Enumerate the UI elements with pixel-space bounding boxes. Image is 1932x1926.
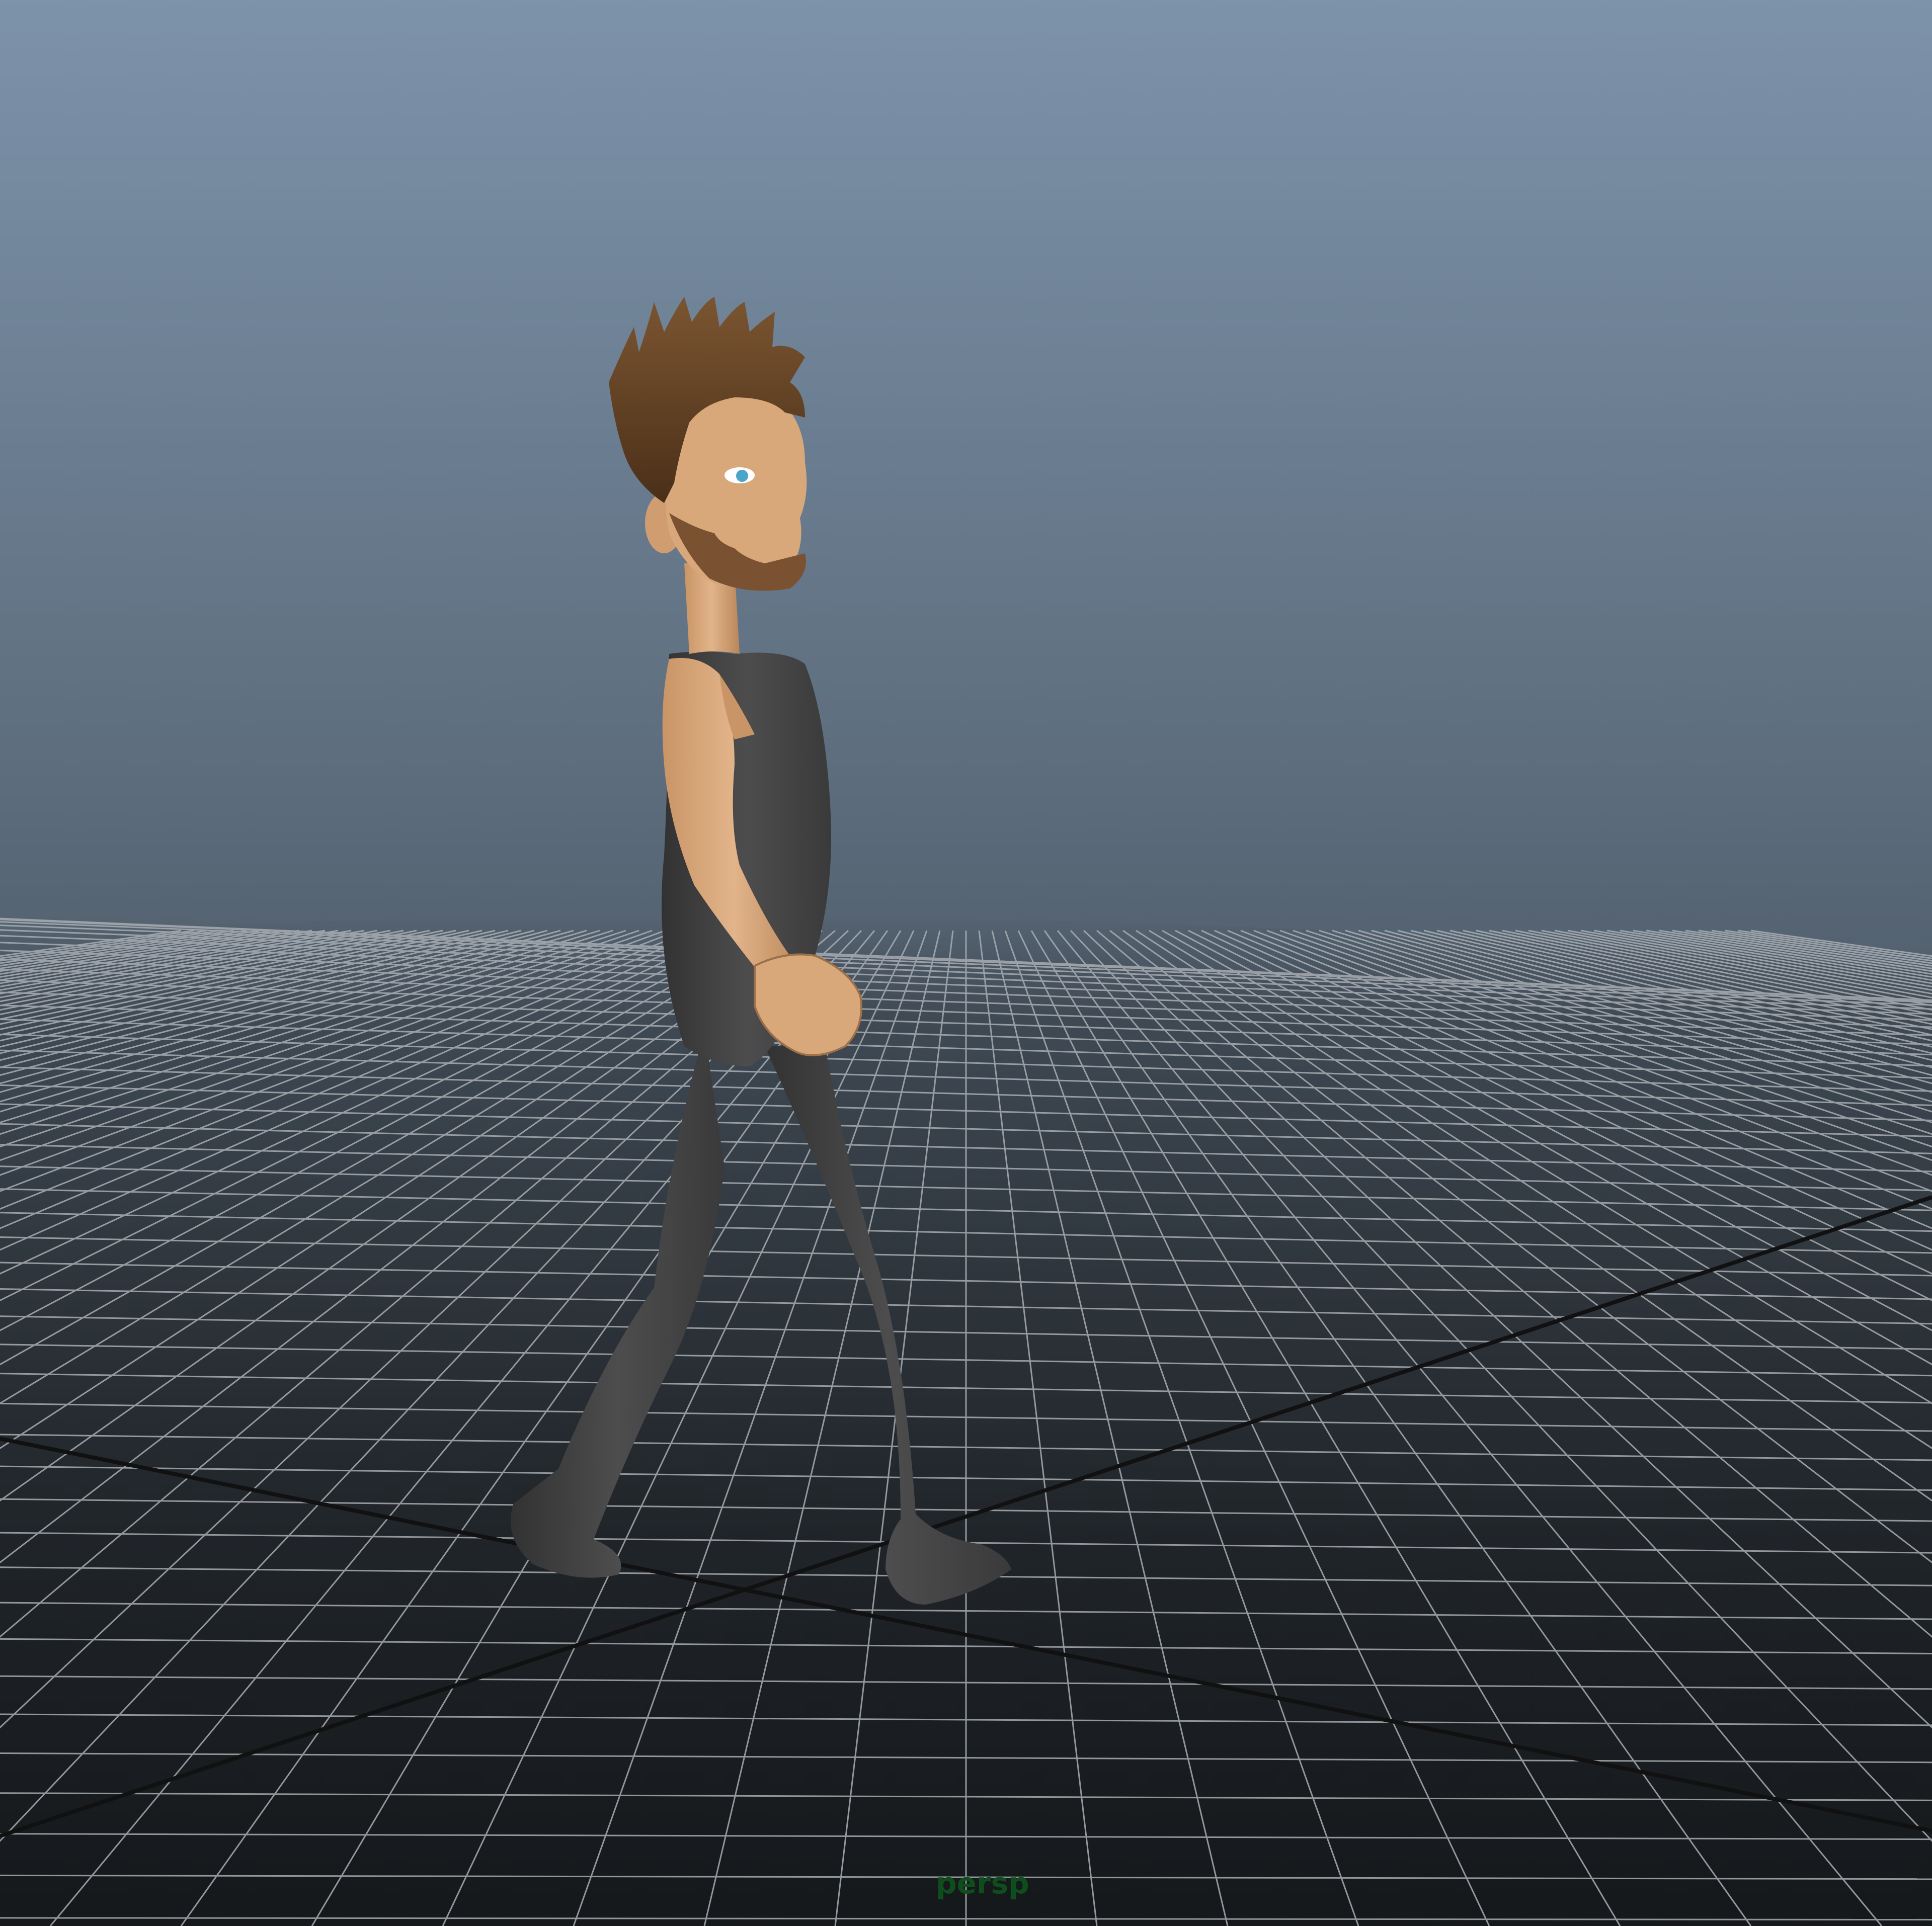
viewport-persp[interactable]: persp [0,0,1932,1926]
camera-name-label: persp [936,1866,1029,1900]
ground-grid [0,915,1932,1926]
scene-canvas[interactable] [0,0,1932,1926]
